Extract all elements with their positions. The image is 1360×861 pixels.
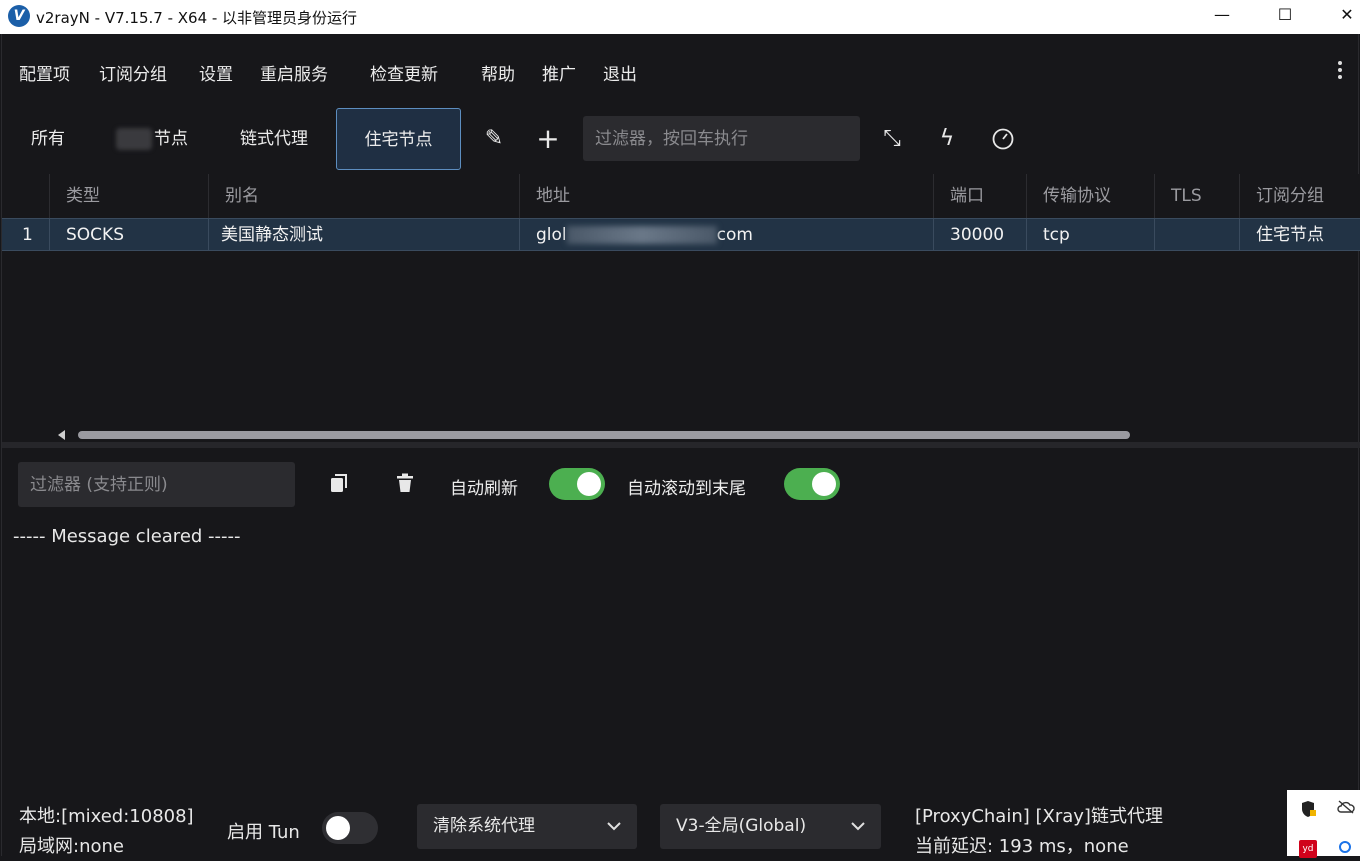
tab-residential-nodes[interactable]: 住宅节点: [336, 108, 461, 170]
cell-group: 住宅节点: [1256, 225, 1324, 245]
scrollbar-thumb[interactable]: [78, 431, 1130, 439]
redacted-address: [566, 226, 717, 244]
cell-type: SOCKS: [52, 219, 209, 251]
horizontal-scrollbar[interactable]: [58, 429, 1138, 441]
maximize-button[interactable]: ☐: [1256, 0, 1314, 32]
menu-promotion[interactable]: 推广: [542, 60, 576, 85]
local-port-info: 本地:[mixed:10808]: [19, 806, 194, 827]
latency-info: 当前延迟: 193 ms，none: [915, 836, 1129, 857]
column-header-port[interactable]: 端口: [936, 174, 1027, 218]
tun-toggle[interactable]: [322, 812, 378, 844]
column-header-transport[interactable]: 传输协议: [1029, 174, 1155, 218]
trash-icon[interactable]: [392, 471, 418, 497]
column-header-alias[interactable]: 别名: [211, 174, 520, 218]
auto-refresh-label: 自动刷新: [450, 479, 518, 499]
menu-restart-service[interactable]: 重启服务: [260, 60, 328, 85]
active-chain-info: [ProxyChain] [Xray]链式代理: [915, 806, 1163, 827]
tab-label: 住宅节点: [364, 130, 433, 150]
splitter[interactable]: [2, 442, 1360, 448]
scroll-left-arrow-icon[interactable]: [58, 430, 65, 440]
window-title: v2rayN - V7.15.7 - X64 - 以非管理员身份运行: [36, 9, 358, 27]
lightning-icon[interactable]: ϟ: [934, 126, 960, 152]
app-body: 配置项 订阅分组 设置 重启服务 检查更新 帮助 推广 退出 所有 节点 链式代…: [1, 34, 1360, 857]
cell-tls: [1157, 219, 1240, 251]
menu-subscription-group[interactable]: 订阅分组: [99, 60, 167, 85]
column-header-address[interactable]: 地址: [522, 174, 934, 218]
redacted-text: [116, 128, 152, 150]
cell-alias: 美国静态测试: [211, 219, 520, 251]
tab-label: 链式代理: [240, 129, 308, 149]
tab-chain-proxy[interactable]: 链式代理: [220, 108, 328, 170]
menu-exit[interactable]: 退出: [603, 60, 637, 85]
auto-refresh-toggle[interactable]: [549, 468, 605, 500]
routing-value: V3-全局(Global): [676, 816, 807, 836]
auto-scroll-label: 自动滚动到末尾: [627, 479, 746, 499]
lan-info: 局域网:none: [19, 836, 124, 857]
group-tabs: 所有 节点 链式代理 住宅节点 ✎ + ⤡ ϟ: [2, 108, 1360, 170]
pencil-icon[interactable]: ✎: [481, 126, 507, 152]
log-output: ----- Message cleared -----: [13, 526, 241, 547]
close-button[interactable]: ✕: [1318, 0, 1360, 32]
tab-label: 所有: [31, 129, 65, 149]
cell-address: glol com: [522, 219, 934, 251]
column-header-tls[interactable]: TLS: [1157, 174, 1240, 218]
minimize-button[interactable]: —: [1193, 0, 1251, 32]
more-vert-icon[interactable]: [1336, 58, 1344, 84]
auto-scroll-toggle[interactable]: [784, 468, 840, 500]
routing-select[interactable]: V3-全局(Global): [660, 804, 881, 849]
column-header-group[interactable]: 订阅分组: [1242, 174, 1360, 218]
address-prefix: glol: [536, 225, 567, 245]
search-tray-icon[interactable]: [1337, 840, 1355, 858]
menu-check-update[interactable]: 检查更新: [370, 60, 438, 85]
system-proxy-select[interactable]: 清除系统代理: [417, 804, 637, 849]
status-bar: 本地:[mixed:10808] 局域网:none 启用 Tun 清除系统代理 …: [2, 796, 1360, 857]
tun-label: 启用 Tun: [227, 822, 300, 843]
tab-label: 节点: [154, 129, 188, 149]
app-tray-icon[interactable]: yd: [1299, 840, 1317, 858]
cell-transport: tcp: [1029, 219, 1155, 251]
system-tray: yd: [1287, 790, 1360, 858]
cell-port: 30000: [936, 219, 1027, 251]
v2rayn-logo-icon: V: [8, 5, 30, 27]
column-header-index: [2, 174, 50, 218]
log-toolbar: 自动刷新 自动滚动到末尾: [2, 458, 1360, 510]
chevron-down-icon: [851, 804, 865, 849]
menu-settings[interactable]: 设置: [199, 60, 233, 85]
address-suffix: com: [716, 225, 753, 245]
column-header-type[interactable]: 类型: [52, 174, 209, 218]
server-grid: 类型 别名 地址 端口 传输协议 TLS 订阅分组 1 SOCKS 美国静态测试…: [2, 174, 1360, 442]
menu-servers[interactable]: 配置项: [19, 60, 70, 85]
log-filter-input[interactable]: [18, 462, 295, 507]
system-proxy-value: 清除系统代理: [433, 816, 535, 836]
grid-header: 类型 别名 地址 端口 传输协议 TLS 订阅分组: [2, 174, 1360, 218]
copy-icon[interactable]: [326, 471, 352, 497]
title-bar: V v2rayN - V7.15.7 - X64 - 以非管理员身份运行 — ☐…: [0, 0, 1360, 34]
plus-icon[interactable]: +: [535, 125, 561, 153]
menu-bar: 配置项 订阅分组 设置 重启服务 检查更新 帮助 推广 退出: [2, 48, 1360, 92]
chevron-down-icon: [607, 804, 621, 849]
server-filter-input[interactable]: [583, 116, 860, 161]
cloud-offline-icon[interactable]: [1337, 800, 1355, 818]
cell-index: 1: [2, 219, 50, 251]
table-row[interactable]: 1 SOCKS 美国静态测试 glol com 30000 tcp 住宅节点: [2, 218, 1360, 251]
speedometer-icon[interactable]: [990, 127, 1016, 153]
menu-help[interactable]: 帮助: [481, 60, 515, 85]
shield-warning-icon[interactable]: [1299, 800, 1317, 818]
tab-nodes[interactable]: 节点: [102, 108, 202, 170]
expand-icon[interactable]: ⤡: [879, 126, 905, 152]
tab-all[interactable]: 所有: [12, 108, 84, 170]
